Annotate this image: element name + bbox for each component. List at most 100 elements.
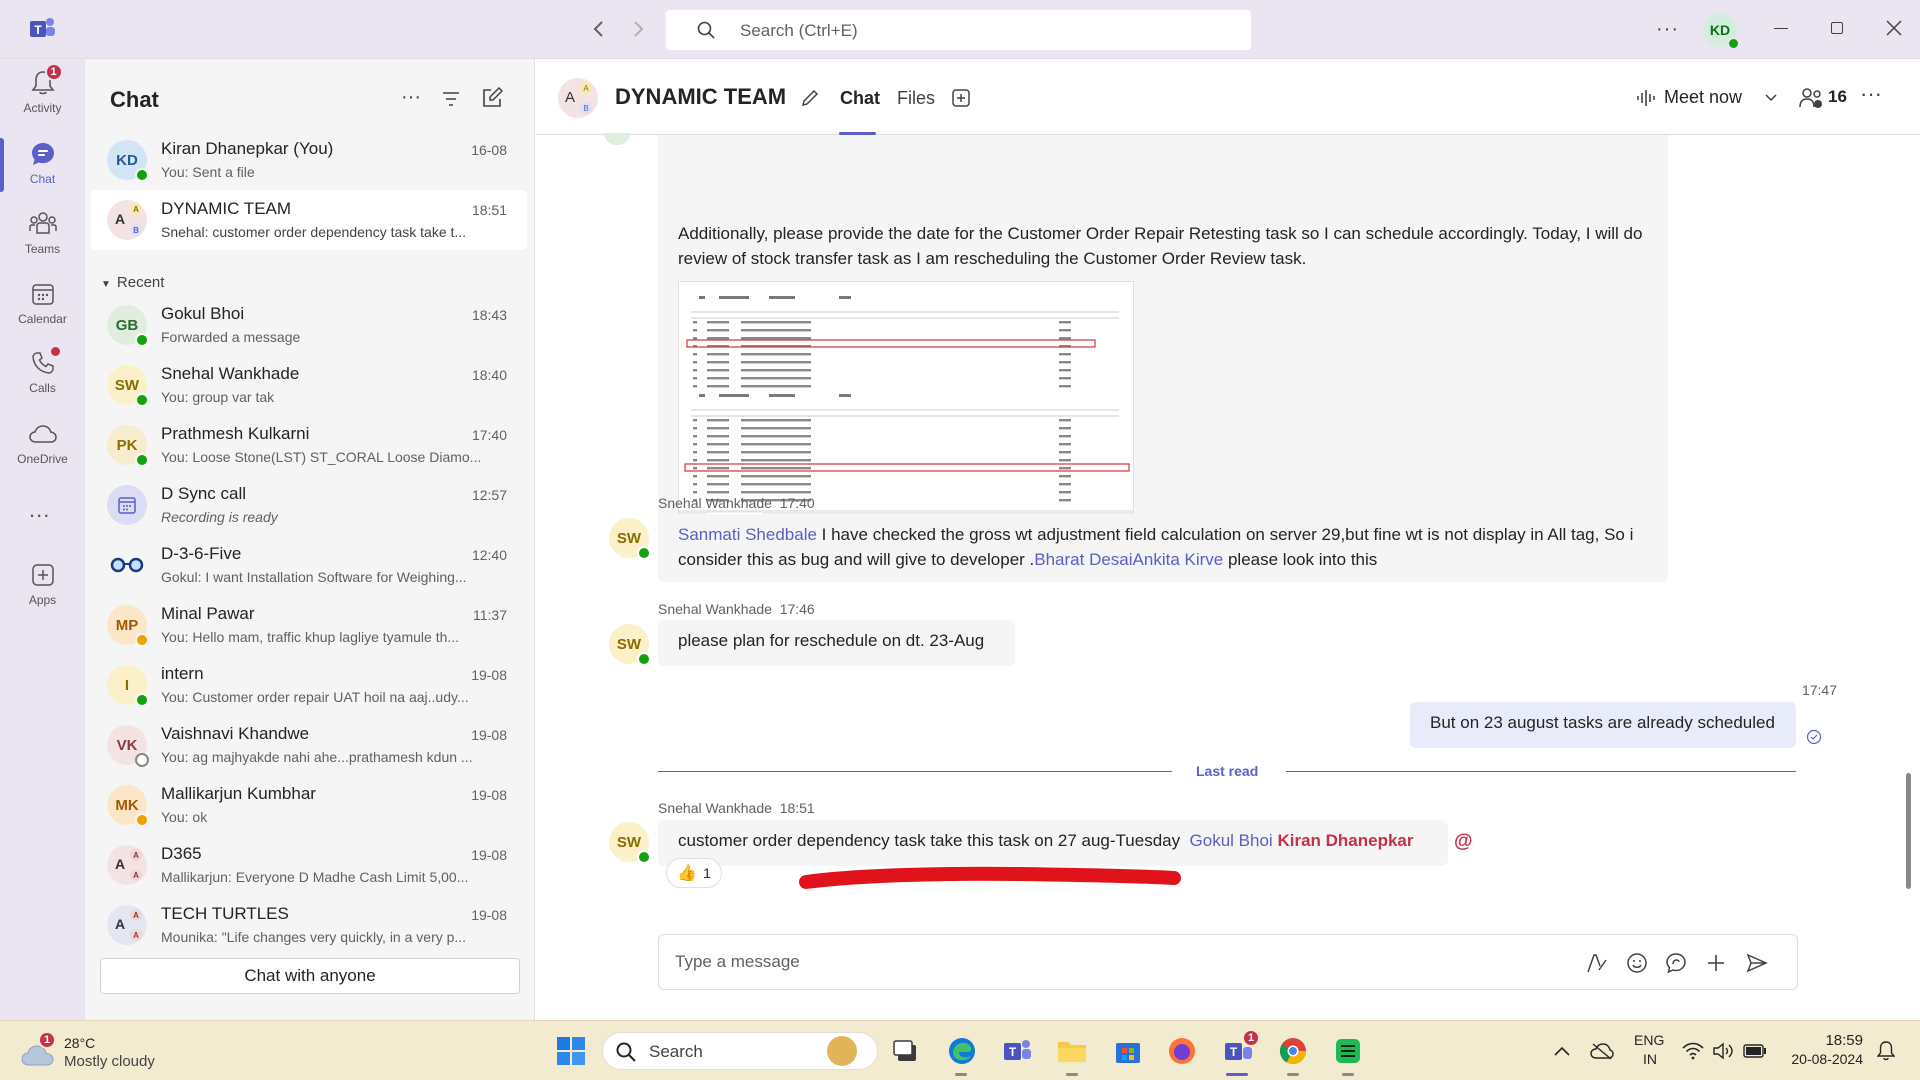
message-bubble[interactable]: please plan for reschedule on dt. 23-Aug bbox=[658, 620, 1015, 666]
wifi-icon[interactable] bbox=[1680, 1033, 1706, 1069]
chat-item-snehal-wankhade[interactable]: SW Snehal Wankhade 18:40 You: group var … bbox=[91, 355, 527, 415]
rail-label-calls: Calls bbox=[29, 381, 56, 395]
chat-item-intern[interactable]: I intern 19-08 You: Customer order repai… bbox=[91, 655, 527, 715]
mention-link[interactable]: Bharat Desai bbox=[1034, 550, 1132, 569]
onedrive-sync-icon[interactable] bbox=[1584, 1033, 1620, 1069]
notification-bell-icon[interactable] bbox=[1872, 1033, 1900, 1069]
language-top[interactable]: ENG bbox=[1634, 1032, 1664, 1048]
chat-preview: Mounika: "Life changes very quickly, in … bbox=[161, 929, 467, 945]
rail-item-apps[interactable]: Apps bbox=[0, 561, 85, 607]
mention-self[interactable]: Kiran Dhanepkar bbox=[1277, 831, 1413, 850]
search-placeholder: Search (Ctrl+E) bbox=[740, 21, 858, 40]
add-tab-icon[interactable] bbox=[950, 87, 972, 109]
add-icon[interactable] bbox=[1704, 951, 1728, 975]
edge-icon[interactable] bbox=[944, 1033, 980, 1069]
rail-item-activity[interactable]: 1 Activity bbox=[0, 63, 85, 115]
user-avatar[interactable]: KD bbox=[1703, 13, 1740, 50]
mention-link[interactable]: Sanmati Shedbale bbox=[678, 525, 817, 544]
meet-now-button[interactable]: Meet now bbox=[1636, 83, 1777, 113]
clock-time[interactable]: 18:59 bbox=[1793, 1032, 1863, 1049]
chat-item-d-sync-call[interactable]: D Sync call 12:57 Recording is ready bbox=[91, 475, 527, 535]
close-icon[interactable] bbox=[1884, 18, 1904, 38]
rail-item-calls[interactable]: Calls bbox=[0, 347, 85, 395]
reaction-like[interactable]: 👍 1 bbox=[666, 858, 722, 888]
taskbar-search[interactable]: Search bbox=[602, 1032, 878, 1070]
more-apps-icon[interactable]: ... bbox=[29, 497, 50, 523]
rail-item-chat[interactable]: Chat bbox=[0, 140, 85, 186]
avatar-initials: VK bbox=[116, 736, 138, 754]
chevron-up-icon[interactable] bbox=[1544, 1033, 1580, 1069]
filter-icon[interactable] bbox=[439, 87, 463, 111]
sender-avatar[interactable]: SW bbox=[609, 822, 651, 864]
chat-item-self[interactable]: KD Kiran Dhanepkar (You) 16-08 You: Sent… bbox=[91, 130, 527, 190]
search-box[interactable]: Search (Ctrl+E) bbox=[666, 10, 1251, 50]
message-bubble[interactable]: Additionally, please provide the date fo… bbox=[658, 135, 1668, 535]
table-row-line bbox=[693, 353, 697, 356]
task-view-icon[interactable] bbox=[888, 1033, 924, 1069]
chat-item-mallikarjun-kumbhar[interactable]: MK Mallikarjun Kumbhar 19-08 You: ok bbox=[91, 775, 527, 835]
language-bottom[interactable]: IN bbox=[1643, 1051, 1657, 1067]
weather-widget[interactable]: 1 28°C Mostly cloudy bbox=[20, 1031, 170, 1073]
chat-list-more-icon[interactable]: ··· bbox=[401, 86, 421, 109]
screenshot-attachment[interactable] bbox=[678, 281, 1134, 525]
table-row-line bbox=[1059, 337, 1071, 340]
format-icon[interactable] bbox=[1585, 951, 1609, 975]
windows-start-icon[interactable] bbox=[553, 1033, 589, 1069]
chat-preview: You: Customer order repair UAT hoil na a… bbox=[161, 689, 469, 705]
emoji-icon[interactable] bbox=[1625, 951, 1649, 975]
table-row-line bbox=[1059, 483, 1071, 486]
chat-item-gokul-bhoi[interactable]: GB Gokul Bhoi 18:43 Forwarded a message bbox=[91, 295, 527, 355]
rail-item-onedrive[interactable]: OneDrive bbox=[0, 420, 85, 466]
sender-avatar[interactable]: SW bbox=[609, 624, 651, 666]
table-row-line bbox=[707, 353, 729, 356]
mention-link[interactable]: Gokul Bhoi bbox=[1190, 831, 1273, 850]
table-row-line bbox=[741, 475, 811, 478]
recent-section-header[interactable]: ▼ Recent bbox=[101, 274, 164, 291]
chat-item-d365[interactable]: A A A D365 19-08 Mallikarjun: Everyone D… bbox=[91, 835, 527, 895]
send-icon[interactable] bbox=[1744, 951, 1770, 975]
teams-new-icon[interactable]: T 1 bbox=[1220, 1029, 1260, 1069]
chat-item-d-3-6-five[interactable]: D-3-6-Five 12:40 Gokul: I want Installat… bbox=[91, 535, 527, 595]
participants-button[interactable]: 16 bbox=[1798, 83, 1848, 113]
message-composer[interactable]: Type a message bbox=[658, 934, 1798, 990]
teams-classic-icon[interactable]: T bbox=[999, 1033, 1035, 1069]
mention-link[interactable]: Ankita Kirve bbox=[1133, 550, 1224, 569]
back-arrow-icon[interactable] bbox=[585, 16, 611, 42]
tab-chat[interactable]: Chat bbox=[840, 88, 880, 109]
presence-available-icon bbox=[135, 693, 149, 707]
loop-icon[interactable] bbox=[1664, 951, 1688, 975]
sender-name: Snehal Wankhade bbox=[658, 800, 772, 816]
minimize-icon[interactable] bbox=[1774, 28, 1788, 29]
header-more-icon[interactable]: ··· bbox=[1860, 81, 1882, 107]
forward-arrow-icon[interactable] bbox=[626, 16, 652, 42]
firefox-icon[interactable] bbox=[1164, 1033, 1200, 1069]
message-bubble[interactable]: Sanmati Shedbale I have checked the gros… bbox=[658, 514, 1668, 582]
chat-with-anyone-button[interactable]: Chat with anyone bbox=[100, 958, 520, 994]
tab-files[interactable]: Files bbox=[897, 88, 935, 109]
message-bubble[interactable]: customer order dependency task take this… bbox=[658, 820, 1448, 866]
thumbs-up-icon: 👍 bbox=[677, 865, 698, 882]
scrollbar-thumb[interactable] bbox=[1906, 773, 1911, 889]
rail-item-calendar[interactable]: Calendar bbox=[0, 280, 85, 326]
group-avatar: A A A bbox=[107, 905, 147, 945]
store-icon[interactable] bbox=[1110, 1033, 1146, 1069]
chat-item-prathmesh-kulkarni[interactable]: PK Prathmesh Kulkarni 17:40 You: Loose S… bbox=[91, 415, 527, 475]
clock-date[interactable]: 20-08-2024 bbox=[1779, 1051, 1863, 1067]
file-explorer-icon[interactable] bbox=[1054, 1033, 1090, 1069]
chat-item-vaishnavi-khandwe[interactable]: VK Vaishnavi Khandwe 19-08 You: ag majhy… bbox=[91, 715, 527, 775]
chat-item-tech-turtles[interactable]: A A A TECH TURTLES 19-08 Mounika: "Life … bbox=[91, 895, 527, 955]
chrome-icon[interactable] bbox=[1275, 1033, 1311, 1069]
more-options-icon[interactable]: ··· bbox=[1656, 18, 1679, 41]
restore-icon[interactable] bbox=[1831, 22, 1843, 34]
volume-icon[interactable] bbox=[1710, 1033, 1736, 1069]
rail-item-teams[interactable]: Teams bbox=[0, 210, 85, 256]
edit-pencil-icon[interactable] bbox=[798, 86, 822, 110]
new-chat-icon[interactable] bbox=[479, 85, 505, 111]
spreadsheet-app-icon[interactable] bbox=[1330, 1033, 1366, 1069]
battery-icon[interactable] bbox=[1742, 1033, 1768, 1069]
sender-avatar[interactable]: SW bbox=[609, 518, 651, 560]
avatar-initials: MK bbox=[115, 796, 139, 814]
my-message-bubble[interactable]: But on 23 august tasks are already sched… bbox=[1410, 702, 1796, 748]
chat-item-dynamic-team[interactable]: A A B DYNAMIC TEAM 18:51 Snehal: custome… bbox=[91, 190, 527, 250]
chat-item-minal-pawar[interactable]: MP Minal Pawar 11:37 You: Hello mam, tra… bbox=[91, 595, 527, 655]
